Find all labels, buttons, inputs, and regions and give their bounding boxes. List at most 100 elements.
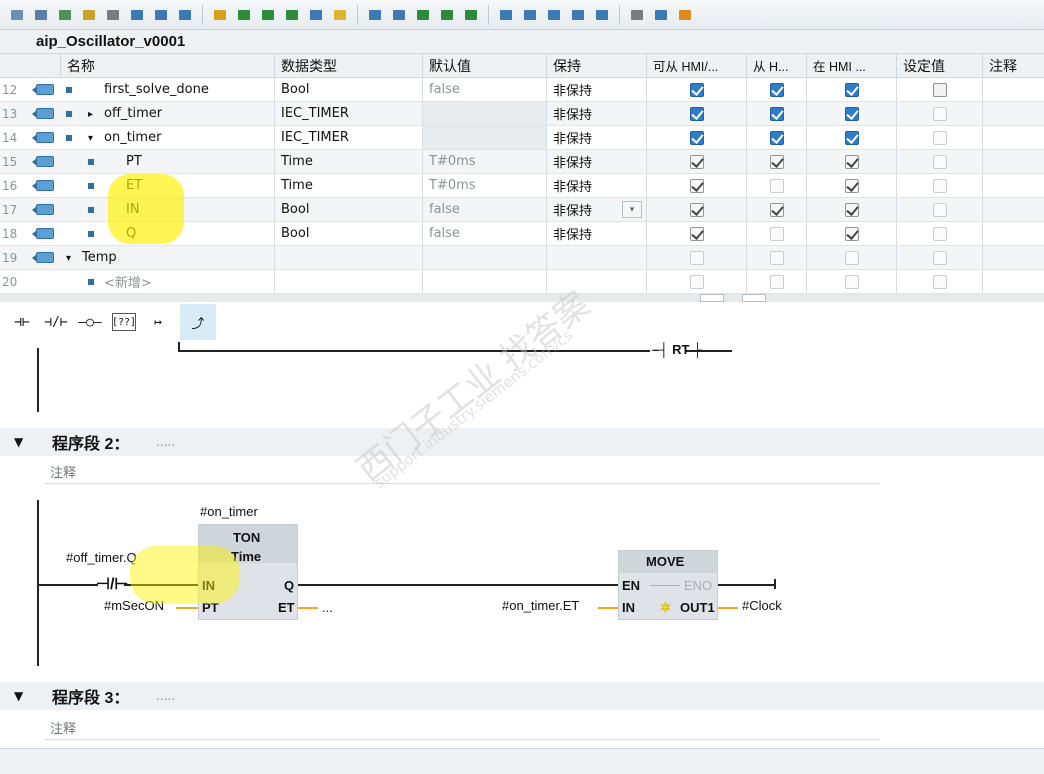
datatype-cell[interactable]: IEC_TIMER: [274, 126, 422, 149]
hmi-access-checkbox[interactable]: [689, 274, 704, 289]
insert-row-icon[interactable]: [8, 6, 26, 24]
datatype-cell[interactable]: Bool: [274, 78, 422, 101]
nc-contact-icon[interactable]: ⊣/⊢: [44, 309, 68, 335]
var-name-cell[interactable]: first_solve_done: [60, 78, 274, 101]
setpoint-checkbox[interactable]: [932, 250, 947, 265]
scroll-right-arrow[interactable]: [742, 294, 766, 302]
remove-row-icon[interactable]: [80, 6, 98, 24]
datatype-cell[interactable]: Bool: [274, 222, 422, 245]
var-name-cell[interactable]: <新增>: [60, 270, 274, 293]
favorites-icon[interactable]: [331, 6, 349, 24]
hmi-write-checkbox[interactable]: [769, 82, 784, 97]
dropdown-icon[interactable]: ▾: [622, 201, 642, 218]
hmi-access-checkbox[interactable]: [689, 250, 704, 265]
network-comment[interactable]: 注释: [44, 458, 880, 484]
col-setpoint[interactable]: 设定值: [896, 54, 982, 77]
open-branch-icon[interactable]: ↦: [146, 309, 170, 335]
table-row[interactable]: 20 <新增>: [0, 270, 1044, 294]
default-cell[interactable]: false: [422, 222, 546, 245]
comment-cell[interactable]: [982, 126, 1044, 149]
setpoint-checkbox[interactable]: [932, 130, 947, 145]
contact-operand[interactable]: #off_timer.Q: [66, 550, 137, 565]
block-collapse-icon[interactable]: [176, 6, 194, 24]
go-offline-icon[interactable]: [390, 6, 408, 24]
table-row[interactable]: 19 ▾ Temp: [0, 246, 1044, 270]
coil-icon[interactable]: –○–: [78, 309, 102, 335]
step-icon[interactable]: [593, 6, 611, 24]
hmi-access-checkbox[interactable]: [689, 226, 704, 241]
hmi-write-checkbox[interactable]: [769, 250, 784, 265]
move-in-operand[interactable]: #on_timer.ET: [502, 598, 579, 613]
comment-cell[interactable]: [982, 198, 1044, 221]
table-row[interactable]: 12 first_solve_done Bool false 非保持: [0, 78, 1044, 102]
setpoint-checkbox[interactable]: [932, 274, 947, 289]
hmi-write-checkbox[interactable]: [769, 226, 784, 241]
hmi-visible-checkbox[interactable]: [844, 106, 859, 121]
network-title-placeholder[interactable]: .....: [156, 689, 175, 703]
col-datatype[interactable]: 数据类型: [274, 54, 422, 77]
add-row-icon[interactable]: [56, 6, 74, 24]
comment-cell[interactable]: [982, 78, 1044, 101]
download-icon[interactable]: [414, 6, 432, 24]
hmi-access-checkbox[interactable]: [689, 178, 704, 193]
hmi-visible-checkbox[interactable]: [844, 274, 859, 289]
retain-cell[interactable]: 非保持: [546, 126, 646, 149]
default-cell[interactable]: T#0ms: [422, 150, 546, 173]
setpoint-checkbox[interactable]: [932, 106, 947, 121]
db-icon[interactable]: [676, 6, 694, 24]
hmi-visible-checkbox[interactable]: [844, 82, 859, 97]
collapse-network-icon[interactable]: ▼: [14, 435, 23, 449]
setpoint-checkbox[interactable]: [932, 202, 947, 217]
comment-cell[interactable]: [982, 174, 1044, 197]
hmi-write-checkbox[interactable]: [769, 202, 784, 217]
default-cell[interactable]: [422, 270, 546, 293]
datatype-cell[interactable]: Time: [274, 150, 422, 173]
empty-box-icon[interactable]: [??]: [112, 313, 136, 331]
setpoint-checkbox[interactable]: [932, 226, 947, 241]
default-cell[interactable]: false: [422, 198, 546, 221]
comment-cell[interactable]: [982, 150, 1044, 173]
col-name[interactable]: 名称: [60, 54, 274, 77]
table-row[interactable]: 13 ▸ off_timer IEC_TIMER 非保持: [0, 102, 1044, 126]
default-cell[interactable]: [422, 246, 546, 269]
setpoint-checkbox[interactable]: [932, 154, 947, 169]
jump-prev-icon[interactable]: [521, 6, 539, 24]
hmi-access-checkbox[interactable]: [689, 106, 704, 121]
hmi-access-checkbox[interactable]: [689, 202, 704, 217]
network-all-icon[interactable]: [283, 6, 301, 24]
table-row[interactable]: 15 PT Time T#0ms 非保持: [0, 150, 1044, 174]
default-cell[interactable]: T#0ms: [422, 174, 546, 197]
collapse-network-icon[interactable]: ▼: [14, 689, 23, 703]
retain-cell[interactable]: 非保持: [546, 102, 646, 125]
hmi-visible-checkbox[interactable]: [844, 154, 859, 169]
scroll-left-arrow[interactable]: [700, 294, 724, 302]
hmi-write-checkbox[interactable]: [769, 106, 784, 121]
col-retain[interactable]: 保持: [546, 54, 646, 77]
break-icon[interactable]: [569, 6, 587, 24]
hmi-visible-checkbox[interactable]: [844, 130, 859, 145]
retain-cell[interactable]: [546, 246, 646, 269]
retain-cell[interactable]: 非保持: [546, 150, 646, 173]
col-hmi-write[interactable]: 从 H...: [746, 54, 806, 77]
network-close-icon[interactable]: [259, 6, 277, 24]
hmi-write-checkbox[interactable]: [769, 274, 784, 289]
jump-next-icon[interactable]: [497, 6, 515, 24]
retain-cell[interactable]: 非保持: [546, 174, 646, 197]
default-cell[interactable]: [422, 102, 546, 125]
settings-icon[interactable]: [628, 6, 646, 24]
col-hmi-access[interactable]: 可从 HMI/...: [646, 54, 746, 77]
var-name-cell[interactable]: on_timer: [60, 126, 274, 149]
hmi-access-checkbox[interactable]: [689, 82, 704, 97]
insert-row-below-icon[interactable]: [32, 6, 50, 24]
network-title-placeholder[interactable]: .....: [156, 435, 175, 449]
hmi-visible-checkbox[interactable]: [844, 250, 859, 265]
var-name-cell[interactable]: PT: [60, 150, 274, 173]
network-open-icon[interactable]: [235, 6, 253, 24]
close-branch-icon[interactable]: ⤴: [180, 304, 216, 340]
go-online-icon[interactable]: [366, 6, 384, 24]
move-out-operand[interactable]: #Clock: [742, 598, 782, 613]
no-contact-icon[interactable]: ⊣⊢: [10, 309, 34, 335]
jump-last-icon[interactable]: [545, 6, 563, 24]
datatype-cell[interactable]: Time: [274, 174, 422, 197]
instance-db-label[interactable]: #on_timer: [200, 504, 258, 519]
